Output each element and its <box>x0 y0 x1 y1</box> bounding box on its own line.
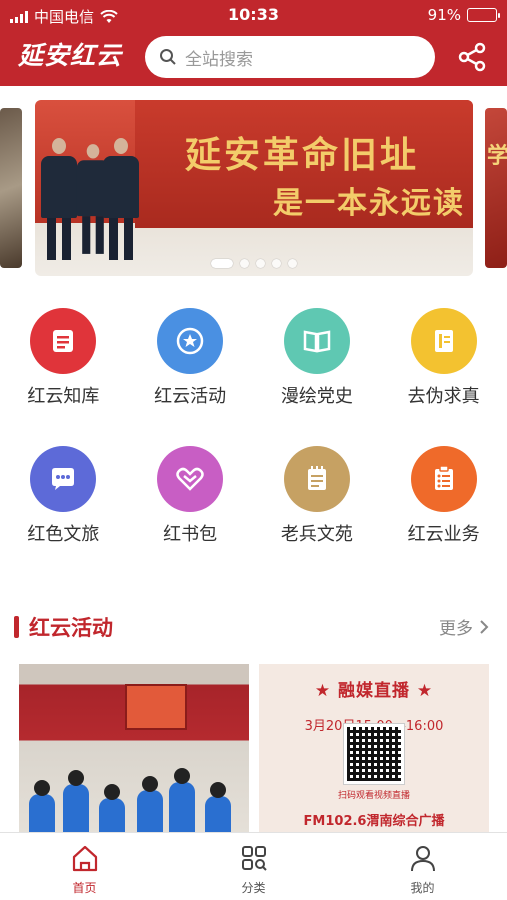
menu-item-label: 去伪求真 <box>407 386 480 407</box>
banner-prev-peek[interactable] <box>0 108 22 268</box>
projector-screen <box>125 684 187 730</box>
book-stack-icon <box>30 308 97 374</box>
banner-figure <box>41 138 77 260</box>
banner-next-peek[interactable]: 学 <box>485 108 507 268</box>
category-grid-icon <box>241 846 267 871</box>
menu-item-label: 红云活动 <box>154 386 227 407</box>
banner-slide[interactable]: 延安革命旧址 是一本永远读 <box>35 100 473 276</box>
section-accent-bar <box>14 616 19 638</box>
tab-label: 首页 <box>72 881 97 895</box>
menu-item-comic-history[interactable]: 漫绘党史 <box>254 308 381 446</box>
share-icon[interactable] <box>457 42 487 72</box>
section-header: 红云活动 <box>14 612 113 642</box>
menu-item-red-schoolbag[interactable]: 红书包 <box>127 446 254 584</box>
menu-item-fact-check[interactable]: 去伪求真 <box>380 308 507 446</box>
activity-card-live[interactable]: ★ 融媒直播 ★ 3月20日15:00—16:00 扫码观看视频直播 FM102… <box>259 664 489 834</box>
activity-cards: ★ 融媒直播 ★ 3月20日15:00—16:00 扫码观看视频直播 FM102… <box>19 664 489 834</box>
open-book-icon <box>283 308 350 374</box>
user-icon <box>410 846 435 872</box>
menu-item-activities[interactable]: 红云活动 <box>127 308 254 446</box>
menu-item-business[interactable]: 红云业务 <box>380 446 507 584</box>
chat-bubble-icon <box>30 446 97 512</box>
heart-bag-icon <box>157 446 224 512</box>
search-placeholder: 全站搜索 <box>185 49 253 70</box>
carousel-dot[interactable] <box>240 259 249 268</box>
menu-item-knowledge[interactable]: 红云知库 <box>0 308 127 446</box>
banner-next-peek-text: 学 <box>487 144 507 169</box>
tab-home[interactable]: 首页 <box>0 833 169 900</box>
banner-subheadline: 是一本永远读 <box>273 186 465 221</box>
clipboard-icon <box>410 446 477 512</box>
carousel-dot[interactable] <box>272 259 281 268</box>
menu-item-red-tourism[interactable]: 红色文旅 <box>0 446 127 584</box>
menu-item-veterans[interactable]: 老兵文苑 <box>254 446 381 584</box>
document-icon <box>410 308 477 374</box>
more-link[interactable]: 更多 <box>439 614 489 639</box>
bottom-tab-bar: 首页 分类 我的 <box>0 832 507 900</box>
activity-card-photo[interactable] <box>19 664 249 834</box>
section-title: 红云活动 <box>29 616 113 640</box>
menu-item-label: 漫绘党史 <box>280 386 353 407</box>
badge-icon <box>157 308 224 374</box>
banner-figure <box>103 138 139 260</box>
more-label: 更多 <box>439 619 473 639</box>
chevron-right-icon <box>480 619 489 634</box>
notepad-icon <box>283 446 350 512</box>
banner-carousel[interactable]: 延安革命旧址 是一本永远读 学 <box>0 100 507 278</box>
carousel-dot[interactable] <box>288 259 297 268</box>
menu-item-label: 红云知库 <box>27 386 100 407</box>
battery-percent: 91% <box>427 6 461 24</box>
menu-item-label: 红书包 <box>163 524 218 545</box>
tab-category[interactable]: 分类 <box>169 833 338 900</box>
scan-hint: 扫码观看视频直播 <box>337 791 410 801</box>
banner-headline: 延安革命旧址 <box>185 134 420 176</box>
tab-label: 分类 <box>241 881 266 895</box>
carousel-dot[interactable] <box>256 259 265 268</box>
tab-label: 我的 <box>410 881 435 895</box>
menu-item-label: 老兵文苑 <box>280 524 353 545</box>
menu-item-label: 红云业务 <box>407 524 480 545</box>
radio-frequency: FM102.6渭南综合广播 <box>303 814 445 829</box>
students-image <box>19 754 249 834</box>
search-input[interactable]: 全站搜索 <box>145 36 435 78</box>
menu-item-label: 红色文旅 <box>27 524 100 545</box>
app-logo[interactable]: 延安红云 <box>18 36 122 72</box>
qr-code <box>343 723 405 785</box>
battery-icon <box>467 8 500 22</box>
status-bar: 中国电信 10:33 91% <box>0 0 507 30</box>
app-header: 中国电信 10:33 91% 延安红云 全站搜索 <box>0 0 507 86</box>
tab-profile[interactable]: 我的 <box>338 833 507 900</box>
live-card-title-text: 融媒直播 <box>338 681 410 701</box>
search-icon <box>160 49 176 65</box>
home-icon <box>72 845 97 872</box>
carousel-indicator[interactable] <box>35 259 473 268</box>
carousel-dot[interactable] <box>211 259 233 268</box>
live-card-title: ★ 融媒直播 ★ <box>314 681 434 701</box>
feature-grid: 红云知库 红云活动 漫绘党史 去伪求真 红色文旅 红书包 老兵文苑 红云业务 <box>0 308 507 584</box>
